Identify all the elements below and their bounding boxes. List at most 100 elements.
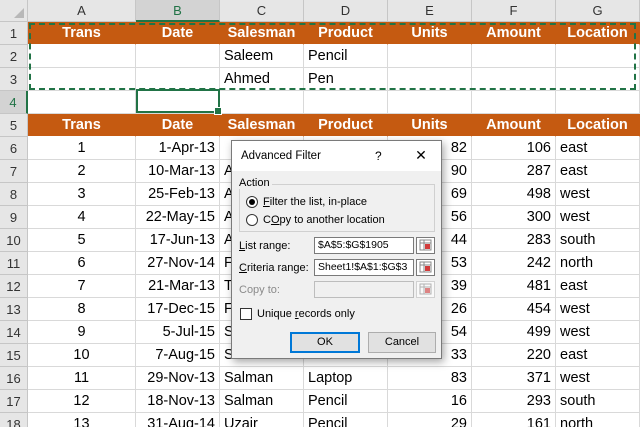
row-header[interactable]: 5 — [0, 114, 28, 137]
cell[interactable]: 7 — [28, 275, 136, 298]
header-cell[interactable]: Units — [388, 114, 472, 137]
header-cell[interactable]: Date — [136, 22, 220, 45]
radio-filter-in-place[interactable]: Filter the list, in-place — [246, 196, 426, 210]
cell[interactable]: 454 — [472, 298, 556, 321]
cell[interactable]: 11 — [28, 367, 136, 390]
cell[interactable]: west — [556, 206, 640, 229]
dialog-titlebar[interactable]: Advanced Filter ? ✕ — [232, 141, 441, 171]
cell[interactable]: Pencil — [304, 45, 388, 68]
cell[interactable]: south — [556, 229, 640, 252]
cell[interactable]: 27-Nov-14 — [136, 252, 220, 275]
cell[interactable]: Saleem — [220, 45, 304, 68]
cell[interactable]: 242 — [472, 252, 556, 275]
column-header-B[interactable]: B — [136, 0, 220, 22]
cell[interactable] — [304, 91, 388, 114]
cell[interactable]: 17-Dec-15 — [136, 298, 220, 321]
close-icon[interactable]: ✕ — [413, 147, 429, 163]
header-cell[interactable]: Salesman — [220, 114, 304, 137]
radio-copy-to-location[interactable]: COpy to another location — [246, 214, 426, 228]
cell[interactable]: 106 — [472, 137, 556, 160]
cell[interactable]: 7-Aug-15 — [136, 344, 220, 367]
row-header[interactable]: 15 — [0, 344, 28, 367]
cell[interactable]: 21-Mar-13 — [136, 275, 220, 298]
cell[interactable]: Salman — [220, 367, 304, 390]
cell[interactable] — [472, 68, 556, 91]
cell[interactable]: east — [556, 275, 640, 298]
cell[interactable]: 499 — [472, 321, 556, 344]
cell[interactable]: Salman — [220, 390, 304, 413]
column-header-G[interactable]: G — [556, 0, 640, 22]
cell[interactable]: south — [556, 390, 640, 413]
cell[interactable]: west — [556, 298, 640, 321]
cell[interactable] — [472, 45, 556, 68]
column-header-C[interactable]: C — [220, 0, 304, 22]
help-button[interactable]: ? — [375, 149, 382, 163]
cell[interactable]: 283 — [472, 229, 556, 252]
column-header-F[interactable]: F — [472, 0, 556, 22]
list-range-picker-button[interactable] — [416, 237, 435, 254]
cell[interactable]: 83 — [388, 367, 472, 390]
cell[interactable]: 16 — [388, 390, 472, 413]
row-header[interactable]: 1 — [0, 22, 28, 45]
row-header[interactable]: 16 — [0, 367, 28, 390]
cell[interactable]: 300 — [472, 206, 556, 229]
cell[interactable]: Pencil — [304, 413, 388, 427]
select-all-corner[interactable] — [0, 0, 28, 22]
cell[interactable]: north — [556, 252, 640, 275]
row-header[interactable]: 13 — [0, 298, 28, 321]
cell[interactable]: east — [556, 160, 640, 183]
row-header[interactable]: 18 — [0, 413, 28, 427]
header-cell[interactable]: Location — [556, 22, 640, 45]
cell[interactable]: 481 — [472, 275, 556, 298]
cell[interactable]: 29 — [388, 413, 472, 427]
cell[interactable] — [556, 91, 640, 114]
cell[interactable]: east — [556, 344, 640, 367]
cell[interactable]: 8 — [28, 298, 136, 321]
row-header[interactable]: 10 — [0, 229, 28, 252]
cell[interactable]: east — [556, 137, 640, 160]
cell[interactable]: 12 — [28, 390, 136, 413]
header-cell[interactable]: Date — [136, 114, 220, 137]
row-header[interactable]: 4 — [0, 91, 28, 114]
cell[interactable] — [28, 91, 136, 114]
cell[interactable]: west — [556, 183, 640, 206]
cell[interactable]: 29-Nov-13 — [136, 367, 220, 390]
cell[interactable] — [136, 45, 220, 68]
cell[interactable]: 1 — [28, 137, 136, 160]
cell[interactable] — [136, 68, 220, 91]
column-header-A[interactable]: A — [28, 0, 136, 22]
cell[interactable]: Pencil — [304, 390, 388, 413]
cell[interactable]: west — [556, 367, 640, 390]
header-cell[interactable]: Location — [556, 114, 640, 137]
ok-button[interactable]: OK — [290, 332, 360, 353]
cell[interactable]: Uzair — [220, 413, 304, 427]
cell[interactable]: 3 — [28, 183, 136, 206]
header-cell[interactable]: Product — [304, 114, 388, 137]
cell[interactable]: 371 — [472, 367, 556, 390]
cell[interactable]: 10-Mar-13 — [136, 160, 220, 183]
cell[interactable]: 498 — [472, 183, 556, 206]
cell[interactable]: north — [556, 413, 640, 427]
header-cell[interactable]: Amount — [472, 114, 556, 137]
column-header-E[interactable]: E — [388, 0, 472, 22]
cell[interactable]: 13 — [28, 413, 136, 427]
cell[interactable] — [388, 45, 472, 68]
header-cell[interactable]: Units — [388, 22, 472, 45]
row-header[interactable]: 6 — [0, 137, 28, 160]
cell[interactable]: 31-Aug-14 — [136, 413, 220, 427]
header-cell[interactable]: Salesman — [220, 22, 304, 45]
cell[interactable]: 161 — [472, 413, 556, 427]
cell[interactable]: 18-Nov-13 — [136, 390, 220, 413]
row-header[interactable]: 8 — [0, 183, 28, 206]
cell[interactable]: 5 — [28, 229, 136, 252]
criteria-range-input[interactable]: Sheet1!$A$1:$G$3 — [314, 259, 414, 276]
header-cell[interactable]: Trans — [28, 114, 136, 137]
unique-records-checkbox[interactable]: Unique records only — [240, 308, 430, 322]
row-header[interactable]: 3 — [0, 68, 28, 91]
row-header[interactable]: 11 — [0, 252, 28, 275]
cell[interactable]: 293 — [472, 390, 556, 413]
header-cell[interactable]: Trans — [28, 22, 136, 45]
cell[interactable] — [388, 91, 472, 114]
cell[interactable]: 4 — [28, 206, 136, 229]
header-cell[interactable]: Product — [304, 22, 388, 45]
